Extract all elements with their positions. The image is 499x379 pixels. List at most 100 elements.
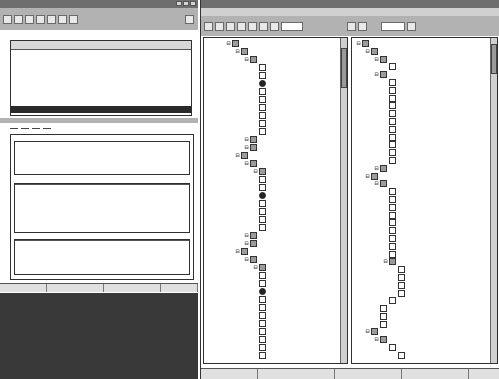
tree-row[interactable] (204, 352, 347, 360)
tree-row[interactable] (352, 219, 497, 227)
tree-row[interactable] (352, 141, 497, 149)
collapse-icon[interactable]: ⊟ (244, 144, 249, 152)
minimize-icon[interactable] (176, 1, 182, 6)
tree-row[interactable] (352, 149, 497, 157)
tree-row[interactable] (204, 128, 347, 136)
tab-3[interactable] (31, 128, 40, 129)
tree-row[interactable] (352, 297, 497, 305)
scrollbar-thumb[interactable] (491, 44, 497, 74)
tree-row[interactable]: ⊟ (204, 264, 347, 272)
tree-row[interactable] (352, 305, 497, 313)
tree-row[interactable] (204, 288, 347, 296)
tab-2[interactable] (20, 128, 29, 129)
close-icon[interactable] (190, 1, 196, 6)
tree-row[interactable] (352, 320, 497, 329)
tree-row[interactable] (352, 102, 497, 110)
tree-row[interactable]: ⊟ (204, 40, 347, 48)
open-folder-icon[interactable] (215, 21, 224, 31)
maximize-icon[interactable] (183, 1, 189, 6)
tree-row[interactable]: ⊟ (204, 48, 347, 56)
tree-pane-right[interactable]: ⊟ ⊟ ⊟ ⊟ ⊟ ⊟ ⊟ ⊟ ⊟ ⊟ (351, 37, 498, 364)
tree-row[interactable] (352, 242, 497, 251)
tree-row[interactable] (204, 200, 347, 208)
tree-row[interactable] (204, 320, 347, 328)
tree-row[interactable] (204, 304, 347, 312)
back-icon[interactable] (47, 14, 56, 24)
collapse-icon[interactable]: ⊟ (365, 329, 370, 336)
help-icon[interactable] (407, 21, 416, 31)
tree-row[interactable]: ⊟ (352, 328, 497, 336)
tree-row[interactable] (352, 351, 497, 360)
edit-icon[interactable] (25, 14, 34, 24)
tree-row[interactable] (204, 336, 347, 344)
tree-row[interactable]: ⊟ (352, 172, 497, 181)
tree-row[interactable] (204, 272, 347, 280)
tree-row[interactable]: ⊟ (352, 164, 497, 173)
tree-row[interactable] (352, 281, 497, 290)
tree-row[interactable] (352, 195, 497, 204)
tree-row[interactable] (352, 234, 497, 243)
tree-row[interactable] (204, 328, 347, 336)
find-next-icon[interactable] (358, 21, 367, 31)
source-list-item[interactable] (11, 57, 191, 64)
tree-row[interactable] (204, 104, 347, 112)
tree-row[interactable] (352, 227, 497, 235)
new-icon[interactable] (204, 21, 213, 31)
tree-row[interactable] (352, 273, 497, 282)
copy-icon[interactable] (259, 21, 268, 31)
tree-pane-left[interactable]: ⊟ ⊟ ⊟ ⊟ ⊟ ⊟ ⊟ ⊟ ⊟ ⊟ ⊟ ⊟ ⊟ (203, 37, 348, 364)
tree-row[interactable] (352, 344, 497, 352)
collapse-icon[interactable]: ⊟ (244, 256, 249, 264)
tree-row[interactable]: ⊟ (204, 232, 347, 240)
tree-row[interactable]: ⊟ (352, 258, 497, 266)
collapse-icon[interactable]: ⊟ (374, 181, 379, 188)
tree-row[interactable] (352, 133, 497, 142)
tree-row[interactable] (204, 176, 347, 184)
collapse-icon[interactable]: ⊟ (374, 57, 379, 64)
tree-row[interactable] (204, 80, 347, 88)
source-list-item[interactable] (11, 106, 191, 113)
tree-row[interactable] (352, 211, 497, 220)
tree-row[interactable] (204, 96, 347, 104)
tree-row[interactable]: ⊟ (204, 152, 347, 160)
tree-row[interactable] (352, 188, 497, 196)
tree-row[interactable] (352, 289, 497, 298)
scrollbar-thumb[interactable] (341, 48, 347, 88)
collapse-icon[interactable]: ⊟ (383, 259, 388, 266)
scrollbar-left[interactable] (340, 38, 347, 363)
collapse-icon[interactable]: ⊟ (235, 48, 240, 56)
collapse-icon[interactable]: ⊟ (374, 337, 379, 344)
tree-row[interactable] (204, 216, 347, 224)
print-icon[interactable] (237, 21, 246, 31)
zoom-field[interactable] (381, 21, 405, 31)
tree-row[interactable] (204, 184, 347, 192)
tree-row[interactable] (352, 266, 497, 274)
source-list-item[interactable] (11, 78, 191, 85)
save-icon[interactable] (226, 21, 235, 31)
tree-row[interactable] (204, 296, 347, 304)
tree-row[interactable] (352, 86, 497, 95)
collapse-icon[interactable]: ⊟ (244, 136, 249, 144)
collapse-icon[interactable]: ⊟ (365, 49, 370, 56)
tree-row[interactable] (204, 224, 347, 232)
tree-row[interactable] (352, 94, 497, 103)
collapse-icon[interactable]: ⊟ (244, 160, 249, 168)
source-list-item[interactable] (11, 71, 191, 78)
tree-row[interactable]: ⊟ (204, 144, 347, 152)
source-list-item[interactable] (11, 64, 191, 71)
collapse-icon[interactable]: ⊟ (244, 240, 249, 248)
tree-row[interactable] (204, 120, 347, 128)
refresh-icon[interactable] (14, 14, 23, 24)
paste-icon[interactable] (270, 21, 279, 31)
collapse-icon[interactable]: ⊟ (253, 168, 258, 176)
source-list-item[interactable] (11, 92, 191, 99)
tree-row[interactable]: ⊟ (352, 336, 497, 344)
collapse-icon[interactable]: ⊟ (356, 41, 361, 48)
tree-row[interactable] (204, 208, 347, 216)
source-list-item[interactable] (11, 85, 191, 92)
collapse-icon[interactable]: ⊟ (235, 248, 240, 256)
collapse-icon[interactable]: ⊟ (244, 232, 249, 240)
tree-row[interactable] (204, 112, 347, 120)
tab-1[interactable] (10, 128, 18, 129)
tree-row[interactable]: ⊟ (352, 40, 497, 48)
